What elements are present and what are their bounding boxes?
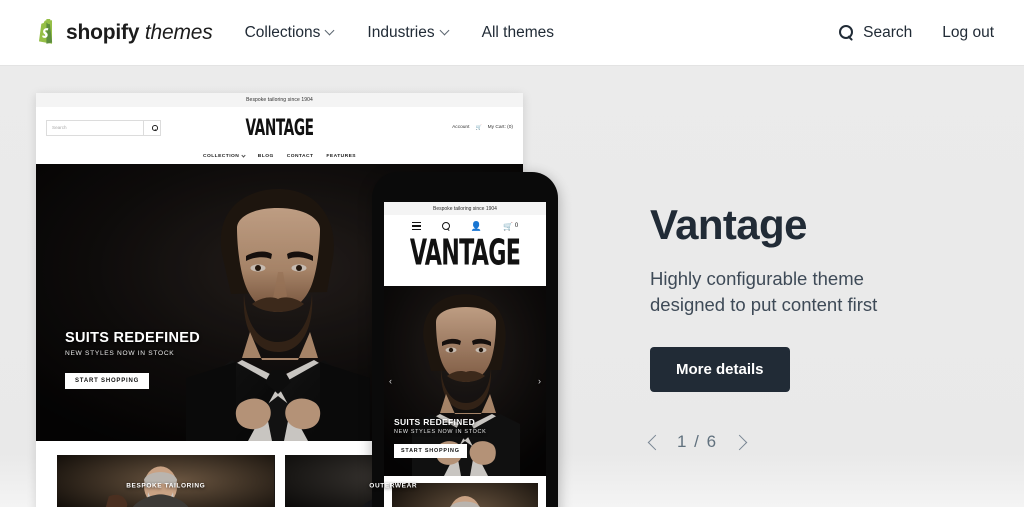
announcement-bar: Bespoke tailoring since 1904	[36, 93, 523, 107]
store-account-area: Account 🛒 My Cart: (0)	[452, 125, 513, 131]
hero-headline: SUITS REDEFINED	[394, 417, 476, 427]
search-icon[interactable]	[441, 222, 450, 230]
store-nav-collection-label: COLLECTION	[202, 153, 240, 159]
collection-tile-label: OUTERWEAR	[369, 482, 418, 490]
pagination-count: 1 / 6	[677, 432, 718, 452]
store-nav-contact[interactable]: CONTACT	[287, 154, 314, 159]
collection-tile[interactable]: BESPOKE TAILORING	[57, 455, 275, 507]
site-header: shopify themes Collections Industries Al…	[0, 0, 1024, 66]
theme-tagline: Highly configurable theme designed to pu…	[650, 268, 878, 315]
brand-name-italic: themes	[144, 20, 213, 44]
hero-subhead: NEW STYLES NOW IN STOCK	[65, 350, 175, 357]
mobile-collection-tiles: BESPOKE TAILORING	[384, 476, 546, 507]
theme-pagination: 1 / 6	[647, 432, 990, 452]
hero-cta-button[interactable]: START SHOPPING	[65, 373, 150, 389]
hero-copy: SUITS REDEFINED NEW STYLES NOW IN STOCK …	[65, 330, 200, 389]
brand-name-bold: shopify	[66, 20, 140, 44]
nav-item-all-themes[interactable]: All themes	[482, 24, 554, 42]
store-nav-contact-label: CONTACT	[286, 153, 314, 159]
search-label: Search	[863, 23, 913, 41]
store-nav-features[interactable]: FEATURES	[326, 154, 356, 159]
mobile-screen: Bespoke tailoring since 1904 👤 🛒 0 VANTAG…	[384, 202, 546, 507]
account-icon[interactable]: 👤	[471, 221, 482, 231]
store-nav-blog[interactable]: BLOG	[258, 154, 274, 159]
mobile-announcement-bar: Bespoke tailoring since 1904	[384, 202, 546, 215]
store-nav-blog-label: BLOG	[257, 153, 274, 159]
shopify-bag-icon	[34, 17, 59, 47]
pagination-prev-icon[interactable]	[647, 434, 664, 450]
theme-title: Vantage	[650, 201, 807, 248]
search-button[interactable]: Search	[839, 24, 912, 42]
header-actions: Search Log out	[839, 24, 994, 42]
cart-count: 0	[514, 223, 519, 229]
store-navigation: COLLECTION BLOG CONTACT FEATURES	[36, 148, 523, 164]
theme-preview-area: Bespoke tailoring since 1904 Search VANT…	[0, 66, 620, 507]
store-header: Search VANTAGE Account 🛒 My Cart: (0)	[36, 107, 523, 148]
store-nav-collection[interactable]: COLLECTION	[202, 152, 246, 159]
logout-link[interactable]: Log out	[942, 24, 994, 42]
theme-detail-panel: Vantage Highly configurable theme design…	[647, 66, 990, 507]
tile-image	[57, 455, 275, 507]
nav-item-all-themes-label: All themes	[481, 23, 554, 41]
nav-item-industries-label: Industries	[367, 23, 435, 41]
pagination-next-icon[interactable]	[731, 434, 747, 450]
store-search-placeholder: Search	[52, 125, 67, 130]
mobile-hero-banner: ‹ › SUITS REDEFINED NEW STYLES NOW IN ST…	[384, 286, 546, 476]
chevron-down-icon	[241, 152, 246, 158]
store-logo: VANTAGE	[245, 114, 314, 141]
shopify-themes-logo[interactable]: shopify themes	[34, 17, 213, 47]
search-icon	[839, 25, 854, 40]
nav-item-collections-label: Collections	[244, 23, 321, 41]
chevron-down-icon	[324, 25, 335, 36]
hero-subhead: NEW STYLES NOW IN STOCK	[394, 429, 487, 435]
nav-item-collections[interactable]: Collections	[244, 23, 335, 42]
carousel-next-button[interactable]: ›	[538, 376, 541, 386]
nav-item-industries[interactable]: Industries	[367, 23, 450, 42]
main-navigation: Collections Industries All themes	[245, 24, 554, 42]
cart-icon[interactable]: 🛒 0	[503, 222, 518, 231]
mobile-preview-mockup[interactable]: Bespoke tailoring since 1904 👤 🛒 0 VANTAG…	[372, 172, 558, 507]
cart-link[interactable]: My Cart: (0)	[488, 125, 513, 130]
store-nav-features-label: FEATURES	[326, 153, 357, 159]
cart-icon: 🛒	[475, 124, 482, 131]
chevron-down-icon	[439, 25, 450, 36]
mobile-hero-copy: SUITS REDEFINED NEW STYLES NOW IN STOCK …	[394, 417, 486, 458]
menu-icon[interactable]	[411, 220, 421, 232]
carousel-prev-button[interactable]: ‹	[389, 376, 392, 386]
page-body: Bespoke tailoring since 1904 Search VANT…	[0, 66, 1024, 507]
hero-cta-button[interactable]: START SHOPPING	[394, 444, 467, 458]
logout-label: Log out	[942, 23, 994, 41]
brand-wordmark: shopify themes	[66, 21, 213, 45]
more-details-button[interactable]: More details	[650, 347, 790, 393]
collection-tile-label: BESPOKE TAILORING	[126, 482, 206, 490]
mobile-store-logo: VANTAGE	[409, 232, 521, 275]
hero-headline: SUITS REDEFINED	[65, 330, 201, 346]
